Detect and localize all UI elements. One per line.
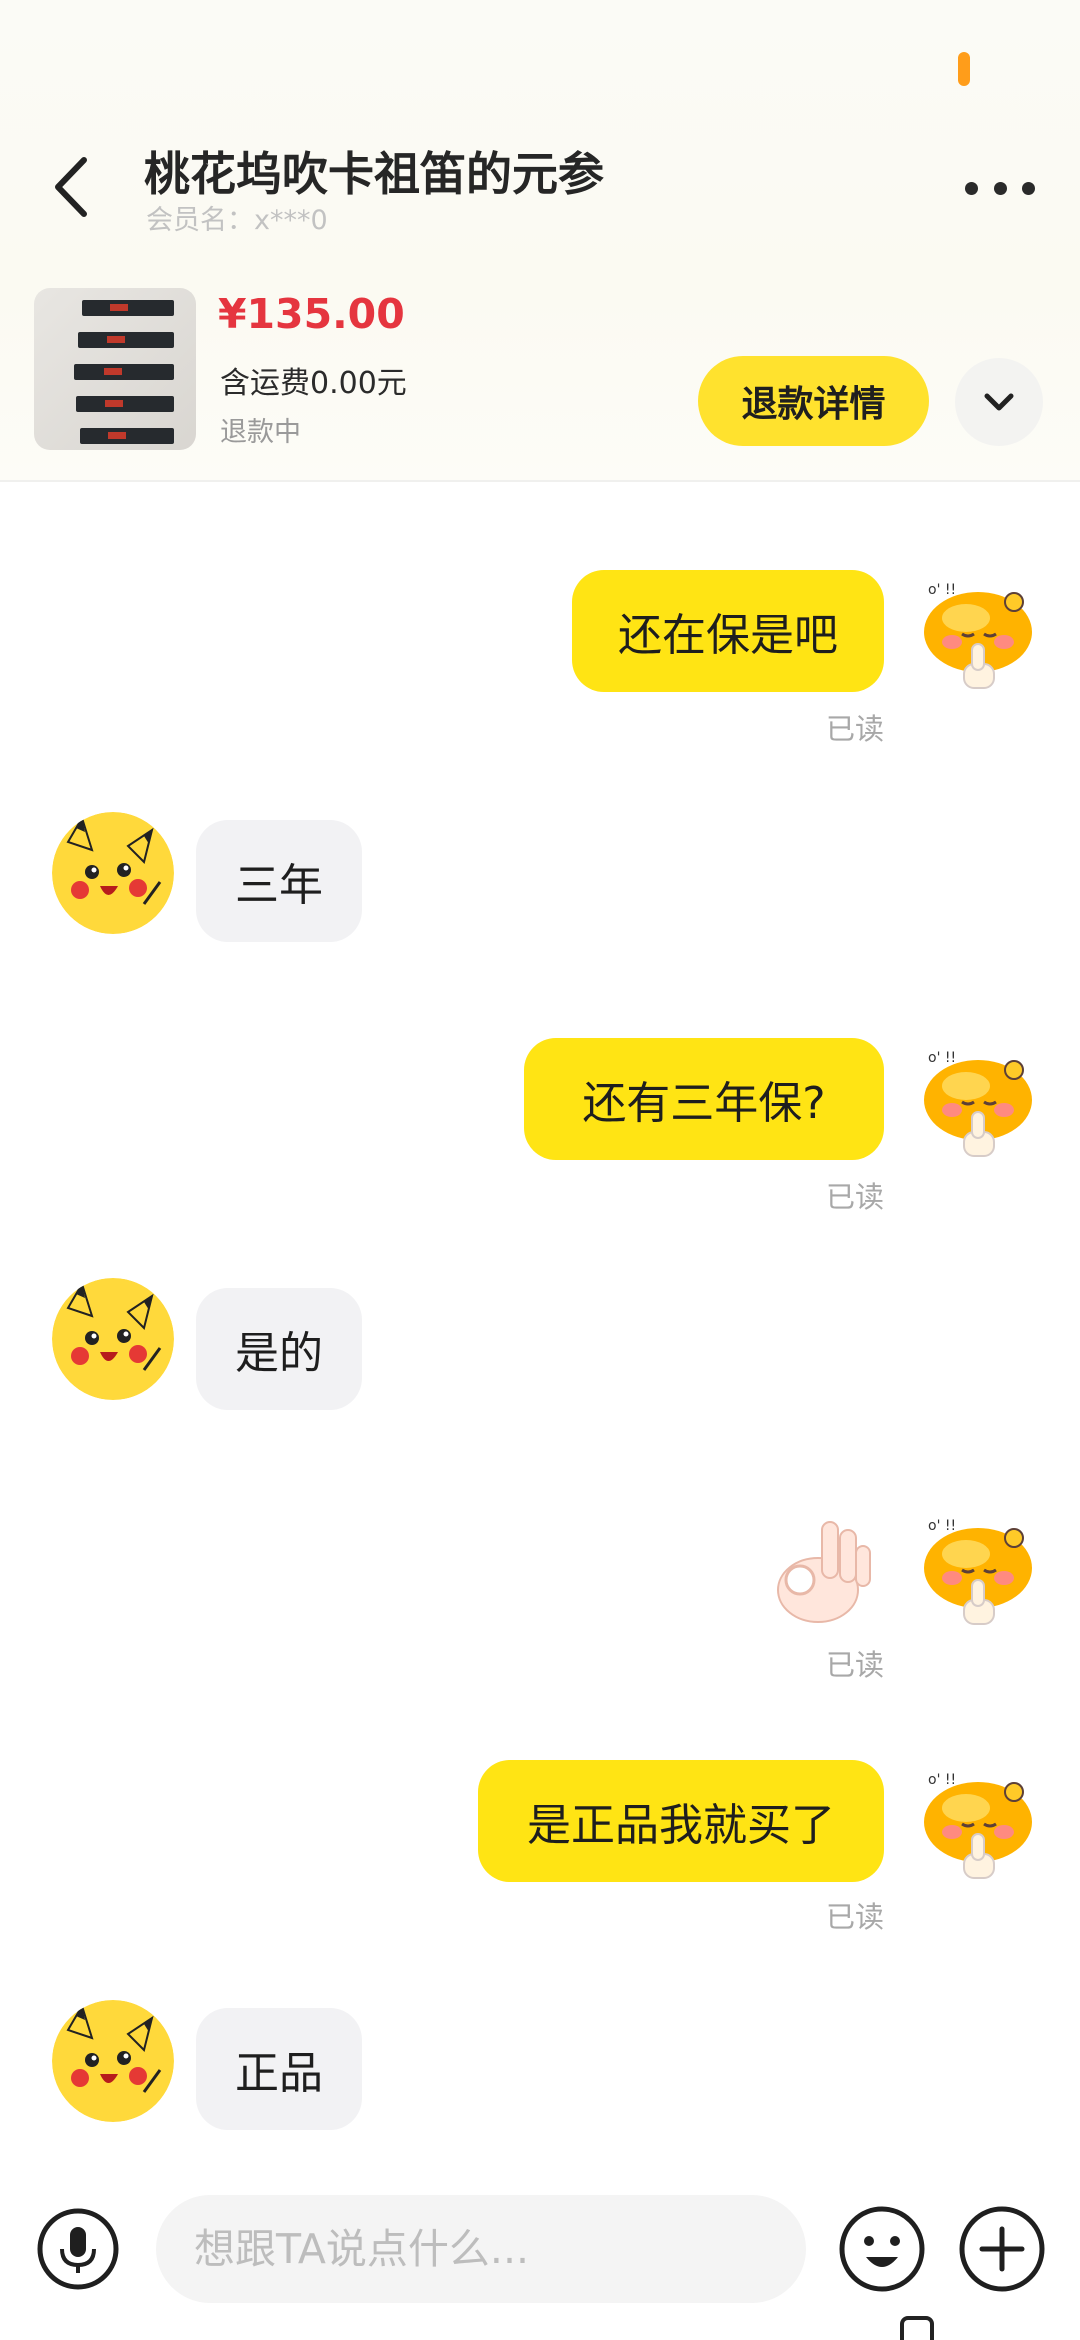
member-name-label: 会员名：x***0: [146, 205, 328, 236]
message-bubble-received[interactable]: 是的: [196, 1288, 362, 1410]
message-bubble-received[interactable]: 正品: [196, 2008, 362, 2130]
ok-hand-icon: [777, 1521, 871, 1623]
contact-avatar[interactable]: [52, 812, 174, 934]
my-avatar[interactable]: [918, 1040, 1038, 1160]
my-avatar[interactable]: [918, 1762, 1038, 1882]
expand-order-button[interactable]: [955, 358, 1043, 446]
smiley-icon: [839, 2206, 925, 2292]
chat-header: 桃花坞吹卡祖笛的元参 会员名：x***0 ¥135.00 含运费0.00元 退款…: [0, 0, 1080, 480]
mushroom-avatar-icon: [918, 1508, 1038, 1628]
chevron-left-icon: [55, 157, 87, 217]
status-indicator: [958, 52, 970, 86]
read-receipt: 已读: [826, 1900, 885, 1934]
voice-input-button[interactable]: [36, 2207, 120, 2291]
mushroom-avatar-icon: [918, 1040, 1038, 1160]
ok-hand-sticker[interactable]: [770, 1508, 880, 1628]
message-bubble-sent[interactable]: 还有三年保?: [524, 1038, 884, 1160]
product-thumbnail[interactable]: [34, 288, 196, 450]
contact-avatar[interactable]: [52, 2000, 174, 2122]
emoji-button[interactable]: [838, 2205, 926, 2293]
read-receipt: 已读: [826, 1180, 885, 1214]
mushroom-avatar-icon: [918, 572, 1038, 692]
back-button[interactable]: [44, 150, 104, 224]
system-nav-indicator: [900, 2316, 934, 2340]
more-options-button[interactable]: [965, 168, 1035, 208]
message-bubble-received[interactable]: 三年: [196, 820, 362, 942]
order-price: ¥135.00: [218, 290, 405, 338]
more-dots-icon: [965, 181, 978, 195]
refund-details-button[interactable]: 退款详情: [698, 356, 929, 446]
read-receipt: 已读: [826, 712, 885, 746]
pikachu-avatar-icon: [52, 2000, 174, 2122]
order-status: 退款中: [220, 417, 301, 448]
header-divider: [0, 480, 1080, 482]
message-bubble-sent[interactable]: 还在保是吧: [572, 570, 884, 692]
plus-icon: [959, 2206, 1045, 2292]
my-avatar[interactable]: [918, 572, 1038, 692]
mushroom-avatar-icon: [918, 1762, 1038, 1882]
message-bubble-sent[interactable]: 是正品我就买了: [478, 1760, 884, 1882]
chevron-down-icon: [984, 393, 1014, 411]
my-avatar[interactable]: [918, 1508, 1038, 1628]
more-actions-button[interactable]: [958, 2205, 1046, 2293]
chat-title: 桃花坞吹卡祖笛的元参: [144, 147, 604, 201]
shipping-fee: 含运费0.00元: [220, 366, 407, 401]
pikachu-avatar-icon: [52, 1278, 174, 1400]
contact-avatar[interactable]: [52, 1278, 174, 1400]
message-input[interactable]: [156, 2195, 806, 2303]
read-receipt: 已读: [826, 1648, 885, 1682]
microphone-icon: [37, 2208, 119, 2290]
pikachu-avatar-icon: [52, 812, 174, 934]
